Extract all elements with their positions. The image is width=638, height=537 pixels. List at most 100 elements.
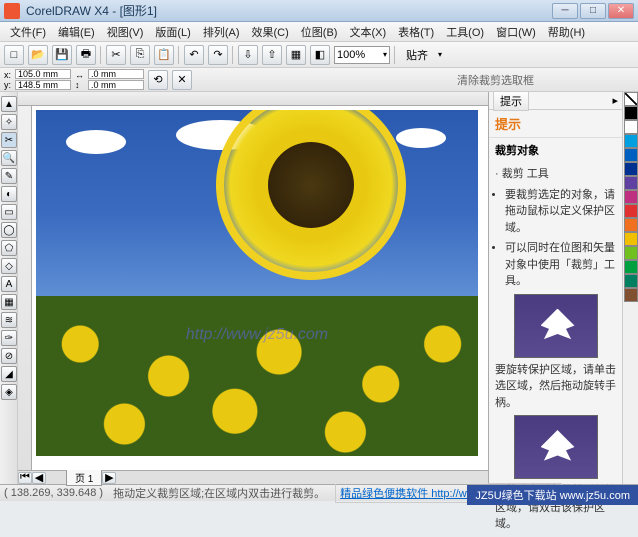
window-title: CorelDRAW X4 - [图形1]: [26, 2, 552, 19]
docker-subheading: 裁剪对象: [489, 138, 622, 162]
color-swatch[interactable]: [624, 162, 638, 176]
undo-button[interactable]: ↶: [184, 45, 204, 65]
cut-button[interactable]: ✂: [106, 45, 126, 65]
color-swatch[interactable]: [624, 106, 638, 120]
export-button[interactable]: ⇧: [262, 45, 282, 65]
zoom-select[interactable]: 100%▾: [334, 46, 390, 64]
snap-label[interactable]: 贴齐: [400, 47, 434, 63]
menu-table[interactable]: 表格(T): [392, 22, 440, 42]
ellipse-tool[interactable]: ◯: [1, 222, 17, 238]
status-hint: 拖动定义裁剪区域;在区域内双击进行裁剪。: [113, 485, 325, 501]
welcome-button[interactable]: ◧: [310, 45, 330, 65]
hint-text-2: 要旋转保护区域，请单击选区域，然后拖动旋转手柄。: [495, 362, 616, 412]
page-first-button[interactable]: ⏮: [18, 472, 32, 484]
minimize-button[interactable]: ─: [552, 3, 578, 19]
hint-item: 要裁剪选定的对象，请拖动鼠标以定义保护区域。: [505, 187, 616, 237]
fill-tool[interactable]: ◢: [1, 366, 17, 382]
import-button[interactable]: ⇩: [238, 45, 258, 65]
canvas[interactable]: http://www.jz5u.com: [32, 106, 488, 470]
print-button[interactable]: 🖶: [76, 45, 96, 65]
shape-tool[interactable]: ✧: [1, 114, 17, 130]
color-swatch[interactable]: [624, 120, 638, 134]
site-banner: JZ5U绿色下载站 www.jz5u.com: [467, 485, 638, 505]
color-swatch[interactable]: [624, 260, 638, 274]
maximize-button[interactable]: □: [580, 3, 606, 19]
menu-tools[interactable]: 工具(O): [440, 22, 490, 42]
size-h-input[interactable]: [88, 80, 144, 90]
docker-heading: 提示: [489, 110, 622, 138]
save-button[interactable]: 💾: [52, 45, 72, 65]
menu-edit[interactable]: 编辑(E): [52, 22, 101, 42]
basic-shapes-tool[interactable]: ◇: [1, 258, 17, 274]
rotate-button[interactable]: ⟲: [148, 70, 168, 90]
color-swatch[interactable]: [624, 232, 638, 246]
color-swatch[interactable]: [624, 148, 638, 162]
ruler-horizontal[interactable]: [18, 92, 488, 106]
no-color-swatch[interactable]: [624, 92, 638, 106]
copy-button[interactable]: ⎘: [130, 45, 150, 65]
paste-button[interactable]: 📋: [154, 45, 174, 65]
color-swatch[interactable]: [624, 288, 638, 302]
docker-body: · 裁剪 工具 要裁剪选定的对象，请拖动鼠标以定义保护区域。 可以同时在位图和矢…: [489, 162, 622, 537]
watermark-text: http://www.jz5u.com: [186, 326, 328, 344]
outline-tool[interactable]: ⊘: [1, 348, 17, 364]
menu-window[interactable]: 窗口(W): [490, 22, 542, 42]
color-palette: [622, 92, 638, 484]
pos-x-input[interactable]: [15, 69, 71, 79]
pick-tool[interactable]: ▲: [1, 96, 17, 112]
docker-close-icon[interactable]: ▸: [612, 94, 618, 107]
docker-tab-label[interactable]: 提示: [493, 91, 529, 111]
open-button[interactable]: 📂: [28, 45, 48, 65]
hint-thumbnail-2: [514, 415, 598, 479]
menu-arrange[interactable]: 排列(A): [197, 22, 246, 42]
toolbox: ▲ ✧ ✂ 🔍 ✎ ◐ ▭ ◯ ⬠ ◇ A ▦ ≋ ✑ ⊘ ◢ ◈: [0, 92, 18, 484]
menu-file[interactable]: 文件(F): [4, 22, 52, 42]
blend-tool[interactable]: ≋: [1, 312, 17, 328]
text-tool[interactable]: A: [1, 276, 17, 292]
page-navigator: ⏮ ◀ 页 1 ▶: [18, 470, 488, 484]
freehand-tool[interactable]: ✎: [1, 168, 17, 184]
color-swatch[interactable]: [624, 218, 638, 232]
hint-item: 可以同时在位图和矢量对象中使用「裁剪」工具。: [505, 240, 616, 290]
redo-button[interactable]: ↷: [208, 45, 228, 65]
page-prev-button[interactable]: ◀: [32, 472, 46, 484]
color-swatch[interactable]: [624, 274, 638, 288]
menu-bitmap[interactable]: 位图(B): [295, 22, 344, 42]
menu-effects[interactable]: 效果(C): [246, 22, 295, 42]
clear-crop-button[interactable]: ✕: [172, 70, 192, 90]
table-tool[interactable]: ▦: [1, 294, 17, 310]
hint-thumbnail-1: [514, 294, 598, 358]
sunflower-image[interactable]: http://www.jz5u.com: [36, 110, 478, 456]
workspace: ▲ ✧ ✂ 🔍 ✎ ◐ ▭ ◯ ⬠ ◇ A ▦ ≋ ✑ ⊘ ◢ ◈: [0, 92, 638, 484]
app-logo-icon: [4, 3, 20, 19]
main-toolbar: □ 📂 💾 🖶 ✂ ⎘ 📋 ↶ ↷ ⇩ ⇧ ▦ ◧ 100%▾ 贴齐▾: [0, 42, 638, 68]
color-swatch[interactable]: [624, 190, 638, 204]
color-swatch[interactable]: [624, 204, 638, 218]
titlebar: CorelDRAW X4 - [图形1] ─ □ ✕: [0, 0, 638, 22]
color-swatch[interactable]: [624, 246, 638, 260]
menu-view[interactable]: 视图(V): [101, 22, 150, 42]
wh-icon: ↔↕: [75, 70, 84, 90]
rectangle-tool[interactable]: ▭: [1, 204, 17, 220]
zoom-tool[interactable]: 🔍: [1, 150, 17, 166]
color-swatch[interactable]: [624, 176, 638, 190]
page-next-button[interactable]: ▶: [102, 472, 116, 484]
cursor-coords: ( 138.269, 339.648 ): [4, 487, 103, 499]
size-w-input[interactable]: [88, 69, 144, 79]
app-launcher-button[interactable]: ▦: [286, 45, 306, 65]
crop-tool[interactable]: ✂: [1, 132, 17, 148]
ruler-vertical[interactable]: [18, 106, 32, 470]
menu-layout[interactable]: 版面(L): [149, 22, 196, 42]
tool-name-line: · 裁剪 工具: [495, 166, 616, 183]
smart-fill-tool[interactable]: ◐: [1, 186, 17, 202]
eyedropper-tool[interactable]: ✑: [1, 330, 17, 346]
page-tab[interactable]: 页 1: [66, 469, 102, 486]
color-swatch[interactable]: [624, 134, 638, 148]
new-button[interactable]: □: [4, 45, 24, 65]
polygon-tool[interactable]: ⬠: [1, 240, 17, 256]
close-button[interactable]: ✕: [608, 3, 634, 19]
pos-y-input[interactable]: [15, 80, 71, 90]
interactive-fill-tool[interactable]: ◈: [1, 384, 17, 400]
menu-help[interactable]: 帮助(H): [542, 22, 591, 42]
menu-text[interactable]: 文本(X): [343, 22, 392, 42]
